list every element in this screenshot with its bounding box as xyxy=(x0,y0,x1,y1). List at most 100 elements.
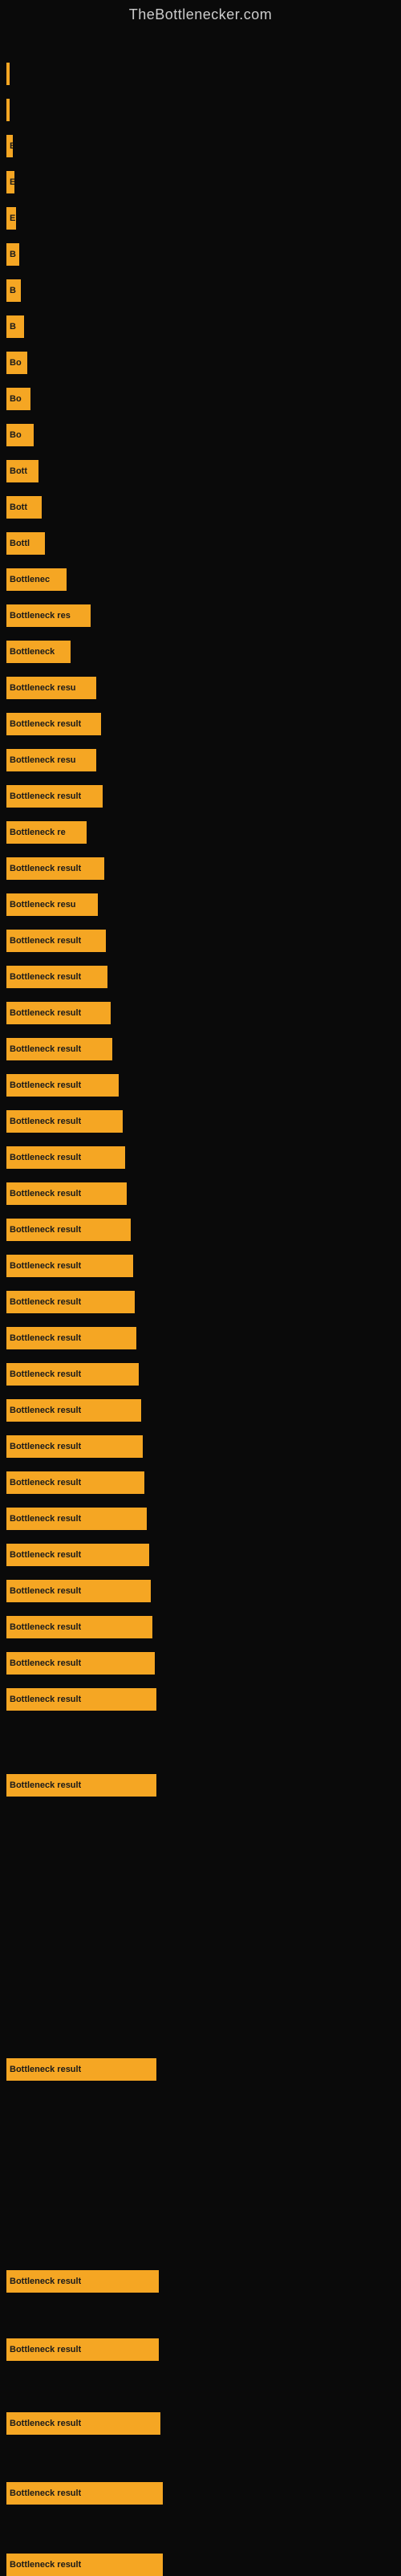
bar-item: Bottleneck result xyxy=(6,2338,159,2361)
bar-label: B xyxy=(10,322,16,332)
bar-item: Bottleneck result xyxy=(6,966,107,988)
bar-item: Bottleneck result xyxy=(6,1399,141,1422)
bar-label: Bottleneck result xyxy=(10,1406,81,1415)
bar-label: Bottleneck result xyxy=(10,1586,81,1596)
bar-item: Bottleneck result xyxy=(6,857,104,880)
bar-item: Bottl xyxy=(6,532,45,555)
bar-item: Bottleneck result xyxy=(6,2270,159,2293)
bar-item: Bottleneck resu xyxy=(6,677,96,699)
bar-label: Bottleneck result xyxy=(10,1695,81,1704)
bar-item: Bottleneck resu xyxy=(6,749,96,771)
bar-item: Bottleneck result xyxy=(6,2412,160,2435)
bar-item: Bottleneck result xyxy=(6,1688,156,1711)
bar-label: Bott xyxy=(10,466,27,476)
bar-item: Bo xyxy=(6,388,30,410)
site-title: TheBottlenecker.com xyxy=(0,0,401,26)
bar-item: Bottleneck result xyxy=(6,930,106,952)
bar-item: Bottleneck result xyxy=(6,1146,125,1169)
bar-label: Bottleneck result xyxy=(10,1225,81,1235)
bar-label: Bottleneck result xyxy=(10,1478,81,1487)
bar-item: E xyxy=(6,171,14,193)
bar-item: Bottleneck re xyxy=(6,821,87,844)
bar-label: Bo xyxy=(10,358,22,368)
bar-label: Bottleneck xyxy=(10,647,55,657)
bar-item: Bott xyxy=(6,460,38,482)
bar-label: Bottleneck result xyxy=(10,1008,81,1018)
bar-label: Bottleneck result xyxy=(10,864,81,873)
bar-label: Bottleneck result xyxy=(10,936,81,946)
bar-item: B xyxy=(6,279,21,302)
bar-label: Bo xyxy=(10,394,22,404)
bar-item: Bottleneck result xyxy=(6,1435,143,1458)
bar-item: E xyxy=(6,135,13,157)
bar-label: Bottleneck re xyxy=(10,828,66,837)
bar-item: Bottleneck res xyxy=(6,604,91,627)
bar-label: B xyxy=(10,286,16,295)
bar-label: Bottleneck result xyxy=(10,1442,81,1451)
bar-label: Bottlenec xyxy=(10,575,50,584)
bar-label: Bottleneck result xyxy=(10,2489,81,2498)
bar-item: B xyxy=(6,315,24,338)
bar-label: Bottleneck result xyxy=(10,1044,81,1054)
bar-item: Bottleneck result xyxy=(6,1038,112,1060)
bar-label: B xyxy=(10,250,16,259)
bar-label: Bottleneck res xyxy=(10,611,71,621)
bar-label: Bottleneck result xyxy=(10,972,81,982)
bar-item xyxy=(6,99,10,121)
bar-label: Bo xyxy=(10,430,22,440)
bar-label: Bottleneck result xyxy=(10,1333,81,1343)
bar-item: Bottleneck result xyxy=(6,1774,156,1797)
bar-item: Bottleneck result xyxy=(6,1110,123,1133)
bar-item: Bottleneck result xyxy=(6,785,103,808)
bar-label: Bottleneck result xyxy=(10,1153,81,1162)
bar-item: Bottlenec xyxy=(6,568,67,591)
bar-item: E xyxy=(6,207,16,230)
bar-label: Bottleneck result xyxy=(10,1080,81,1090)
bar-label: Bottl xyxy=(10,539,30,548)
bar-item: Bottleneck result xyxy=(6,1652,155,1675)
bar-label: E xyxy=(10,141,13,151)
bar-item: Bottleneck resu xyxy=(6,893,98,916)
bar-label: E xyxy=(10,214,15,223)
bar-label: Bottleneck result xyxy=(10,1514,81,1524)
bar-label: Bott xyxy=(10,503,27,512)
bar-label: Bottleneck result xyxy=(10,1117,81,1126)
bar-item: Bottleneck result xyxy=(6,1471,144,1494)
bar-label: Bottleneck result xyxy=(10,1550,81,1560)
bar-label: Bottleneck result xyxy=(10,719,81,729)
bar-item: Bottleneck result xyxy=(6,1255,133,1277)
bar-item: Bottleneck result xyxy=(6,1182,127,1205)
bar-label: Bottleneck resu xyxy=(10,755,76,765)
bar-item: Bottleneck result xyxy=(6,1508,147,1530)
bar-item: Bottleneck result xyxy=(6,1363,139,1386)
bar-item: Bo xyxy=(6,352,27,374)
bar-item: Bottleneck result xyxy=(6,2482,163,2505)
bar-label: Bottleneck result xyxy=(10,2277,81,2286)
bar-item: Bottleneck result xyxy=(6,1616,152,1638)
bar-item: Bottleneck result xyxy=(6,1291,135,1313)
bar-label: Bottleneck result xyxy=(10,2345,81,2354)
bar-item: Bott xyxy=(6,496,42,519)
bar-item: Bottleneck result xyxy=(6,1219,131,1241)
bar-item: Bottleneck result xyxy=(6,2554,163,2576)
bar-label: Bottleneck result xyxy=(10,1780,81,1790)
bar-label: Bottleneck resu xyxy=(10,683,76,693)
bar-label: Bottleneck result xyxy=(10,2560,81,2570)
bar-label: Bottleneck result xyxy=(10,1658,81,1668)
bar-label: E xyxy=(10,177,14,187)
bar-item: B xyxy=(6,243,19,266)
bar-item: Bottleneck result xyxy=(6,1544,149,1566)
chart-area: E E E B B B Bo Bo Bo Bott Bott Bottl Bottlenec Bottle… xyxy=(0,26,401,2555)
bar-item: Bottleneck result xyxy=(6,2058,156,2081)
bar-label: Bottleneck result xyxy=(10,1622,81,1632)
bar-label: Bottleneck resu xyxy=(10,900,76,910)
bar-item: Bottleneck result xyxy=(6,1002,111,1024)
bar-label: Bottleneck result xyxy=(10,2065,81,2074)
bar-item: Bottleneck result xyxy=(6,713,101,735)
bar-item xyxy=(6,63,10,85)
bar-label: Bottleneck result xyxy=(10,2419,81,2428)
bar-label: Bottleneck result xyxy=(10,792,81,801)
bar-label: Bottleneck result xyxy=(10,1261,81,1271)
bar-label: Bottleneck result xyxy=(10,1297,81,1307)
bar-item: Bottleneck result xyxy=(6,1327,136,1349)
